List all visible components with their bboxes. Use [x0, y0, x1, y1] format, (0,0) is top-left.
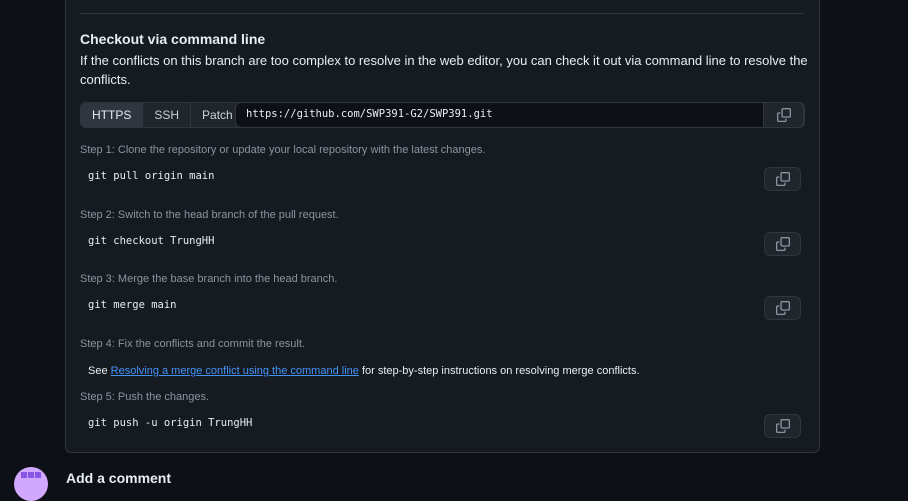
see-suffix: for step-by-step instructions on resolvi… [358, 365, 640, 377]
divider [80, 13, 804, 14]
step-5-label: Step 5: [80, 391, 115, 403]
copy-icon [776, 237, 790, 251]
step-1-text: Clone the repository or update your loca… [114, 144, 486, 156]
step-2: Step 2: Switch to the head branch of the… [80, 209, 339, 221]
step-4: Step 4: Fix the conflicts and commit the… [80, 338, 305, 350]
copy-step-1-button[interactable] [764, 167, 801, 191]
step-4-label: Step 4: [80, 338, 115, 350]
step-5: Step 5: Push the changes. [80, 391, 209, 403]
avatar [14, 467, 48, 501]
merge-conflict-help-link[interactable]: Resolving a merge conflict using the com… [111, 365, 359, 377]
step-1-command: git pull origin main [88, 170, 215, 182]
clone-url-field[interactable]: https://github.com/SWP391-G2/SWP391.git [235, 102, 805, 128]
copy-icon [776, 419, 790, 433]
copy-step-5-button[interactable] [764, 414, 801, 438]
copy-icon [777, 108, 791, 122]
tab-ssh[interactable]: SSH [143, 103, 192, 127]
copy-icon [776, 301, 790, 315]
see-prefix: See [88, 365, 111, 377]
tab-https[interactable]: HTTPS [81, 103, 144, 127]
step-2-text: Switch to the head branch of the pull re… [114, 209, 339, 221]
checkout-description: If the conflicts on this branch are too … [80, 53, 808, 87]
copy-url-button[interactable] [763, 102, 804, 128]
step-4-help: See Resolving a merge conflict using the… [88, 365, 640, 377]
copy-step-3-button[interactable] [764, 296, 801, 320]
step-1-label: Step 1: [80, 144, 115, 156]
checkout-panel: Checkout via command line If the conflic… [65, 0, 820, 453]
step-4-text: Fix the conflicts and commit the result. [114, 338, 305, 350]
step-3-label: Step 3: [80, 273, 115, 285]
copy-step-2-button[interactable] [764, 232, 801, 256]
add-comment-heading: Add a comment [66, 470, 172, 486]
step-5-command: git push -u origin TrungHH [88, 417, 253, 429]
step-3-command: git merge main [88, 299, 177, 311]
step-1: Step 1: Clone the repository or update y… [80, 144, 485, 156]
step-3-text: Merge the base branch into the head bran… [114, 273, 338, 285]
clone-url: https://github.com/SWP391-G2/SWP391.git [246, 108, 493, 120]
checkout-title: Checkout via command line [80, 31, 266, 47]
copy-icon [776, 172, 790, 186]
step-3: Step 3: Merge the base branch into the h… [80, 273, 337, 285]
step-5-text: Push the changes. [114, 391, 210, 403]
step-2-label: Step 2: [80, 209, 115, 221]
step-2-command: git checkout TrungHH [88, 235, 215, 247]
protocol-selector: HTTPS SSH Patch [80, 102, 245, 128]
